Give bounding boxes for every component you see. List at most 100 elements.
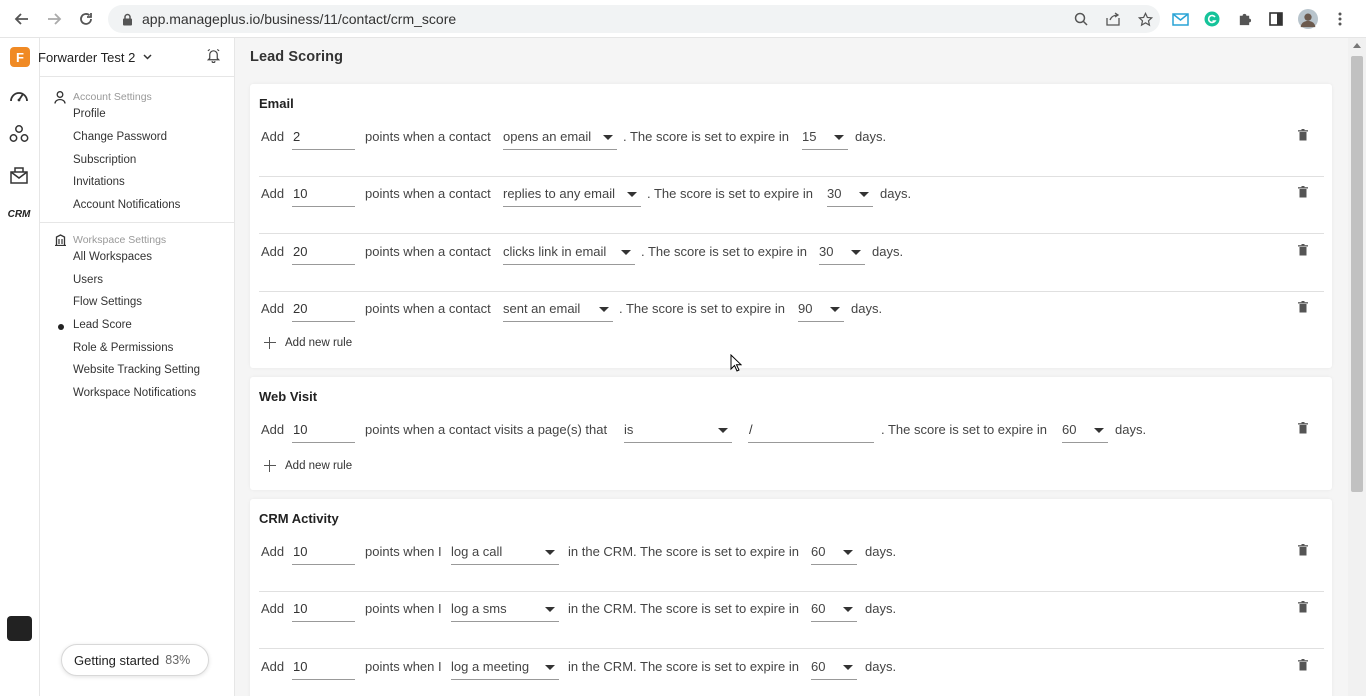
sidebar-item-invitations[interactable]: Invitations	[73, 176, 125, 188]
expire-value: 30	[819, 243, 834, 259]
web-add-rule-button[interactable]: Add new rule	[264, 460, 352, 472]
email-rule-row: Add 20 points when a contact clicks link in…	[259, 235, 1324, 292]
expire-select[interactable]: 60	[811, 654, 857, 680]
action-value: log a call	[451, 544, 503, 559]
expire-select[interactable]: 60	[811, 539, 857, 565]
trash-icon[interactable]	[1298, 422, 1310, 436]
expire-value: 15	[802, 129, 817, 144]
email-action-select[interactable]: clicks link in email	[503, 239, 635, 265]
trash-icon[interactable]	[1298, 658, 1310, 673]
web-visit-rule: Add 10 points when a contact visits a pa…	[259, 413, 1324, 470]
caret-down-icon	[830, 306, 840, 312]
browser-menu-icon[interactable]	[1330, 9, 1350, 29]
expire-select[interactable]: 15	[802, 124, 848, 150]
expire-text: . The score is set to expire in	[881, 422, 1047, 437]
add-label: Add	[261, 300, 285, 316]
sidebar-item-account-notifications[interactable]: Account Notifications	[73, 199, 180, 211]
crm-action-select[interactable]: log a meeting	[451, 654, 559, 680]
trash-icon[interactable]	[1298, 186, 1310, 200]
sidebar-item-users[interactable]: Users	[73, 274, 103, 286]
profile-avatar-icon[interactable]	[1298, 9, 1318, 29]
page-scrollbar[interactable]	[1348, 38, 1366, 696]
reload-icon[interactable]	[70, 3, 102, 35]
crm-action-select[interactable]: log a sms	[451, 596, 559, 623]
points-input[interactable]: 20	[292, 239, 355, 265]
add-label: Add	[261, 129, 285, 144]
points-input[interactable]: 2	[292, 124, 355, 150]
add-new-rule-label: Add new rule	[285, 460, 353, 472]
expire-select[interactable]: 60	[1062, 417, 1108, 443]
caret-down-icon	[545, 664, 555, 670]
sidebar-item-role-permissions[interactable]: Role & Permissions	[73, 342, 173, 354]
expire-select[interactable]: 30	[827, 181, 873, 208]
points-input[interactable]: 20	[292, 296, 355, 322]
email-action-select[interactable]: opens an email	[503, 124, 617, 150]
sidebar-divider	[40, 76, 235, 77]
points-input[interactable]: 10	[292, 596, 355, 623]
page-path-input[interactable]: /	[748, 417, 874, 443]
zoom-icon[interactable]	[1072, 10, 1090, 28]
expire-select[interactable]: 60	[811, 596, 857, 623]
email-card: Email Add 2 points when a contact opens an …	[250, 84, 1332, 368]
expire-select[interactable]: 30	[819, 239, 865, 265]
points-input[interactable]: 10	[292, 417, 355, 443]
mail-extension-icon[interactable]	[1170, 9, 1190, 29]
caret-down-icon	[843, 664, 853, 670]
trash-icon[interactable]	[1298, 243, 1310, 258]
operator-select[interactable]: is	[624, 417, 732, 443]
crm-label: CRM	[7, 208, 31, 220]
action-value: opens an email	[503, 129, 592, 144]
sidebar-item-all-workspaces[interactable]: All Workspaces	[73, 251, 152, 263]
caret-down-icon	[599, 306, 609, 312]
action-value: clicks link in email	[503, 243, 607, 259]
sidebar-item-website-tracking[interactable]: Website Tracking Setting	[73, 364, 200, 376]
caret-down-icon	[859, 192, 869, 198]
bookmark-star-icon[interactable]	[1136, 10, 1154, 28]
back-icon[interactable]	[6, 3, 38, 35]
trash-icon[interactable]	[1298, 300, 1310, 315]
sidebar-item-workspace-notifications[interactable]: Workspace Notifications	[73, 387, 196, 399]
building-icon	[54, 234, 66, 247]
chevron-down-icon	[143, 52, 152, 63]
points-input[interactable]: 10	[292, 654, 355, 680]
expire-value: 60	[811, 544, 826, 559]
add-label: Add	[261, 422, 285, 437]
email-rule-row: Add 2 points when a contact opens an email.…	[259, 120, 1324, 177]
add-label: Add	[261, 601, 285, 617]
user-avatar[interactable]	[7, 616, 32, 641]
address-bar[interactable]: app.manageplus.io/business/11/contact/cr…	[108, 5, 1160, 33]
email-action-select[interactable]: sent an email	[503, 296, 613, 322]
days-text: days.	[865, 544, 897, 559]
main-content: Lead Scoring Email Add 2 points when a con…	[235, 38, 1348, 696]
dashboard-icon[interactable]	[8, 84, 30, 106]
sidebar-item-lead-score[interactable]: Lead Score	[58, 319, 132, 331]
getting-started-button[interactable]: Getting started 83%	[61, 644, 209, 676]
trash-icon[interactable]	[1298, 544, 1310, 558]
trash-icon[interactable]	[1298, 601, 1310, 615]
notification-bell-icon[interactable]	[206, 48, 222, 64]
rule-text: points when I	[365, 544, 442, 559]
scroll-up-icon[interactable]	[1353, 43, 1361, 48]
crm-action-select[interactable]: log a call	[451, 539, 559, 565]
sidebar-item-flow-settings[interactable]: Flow Settings	[73, 296, 142, 308]
email-add-rule-button[interactable]: Add new rule	[264, 337, 352, 349]
sidebar-item-subscription[interactable]: Subscription	[73, 154, 136, 166]
sidebar-item-change-password[interactable]: Change Password	[73, 131, 167, 143]
crm-expire-text: in the CRM. The score is set to expire i…	[568, 601, 799, 617]
workspace-switcher[interactable]: F Forwarder Test 2	[10, 47, 152, 67]
sidebar-item-profile[interactable]: Profile	[73, 108, 106, 120]
expire-select[interactable]: 90	[798, 296, 844, 322]
points-input[interactable]: 10	[292, 181, 355, 208]
contacts-icon[interactable]	[8, 123, 30, 145]
campaign-icon[interactable]	[8, 164, 30, 186]
extensions-puzzle-icon[interactable]	[1234, 9, 1254, 29]
email-action-select[interactable]: replies to any email	[503, 181, 641, 208]
trash-icon[interactable]	[1298, 129, 1310, 143]
side-panel-icon[interactable]	[1266, 9, 1286, 29]
points-input[interactable]: 10	[292, 539, 355, 565]
crm-icon[interactable]: CRM	[6, 203, 32, 225]
grammarly-icon[interactable]	[1202, 9, 1222, 29]
forward-icon[interactable]	[38, 3, 70, 35]
scrollbar-thumb[interactable]	[1351, 56, 1363, 492]
share-icon[interactable]	[1104, 10, 1122, 28]
